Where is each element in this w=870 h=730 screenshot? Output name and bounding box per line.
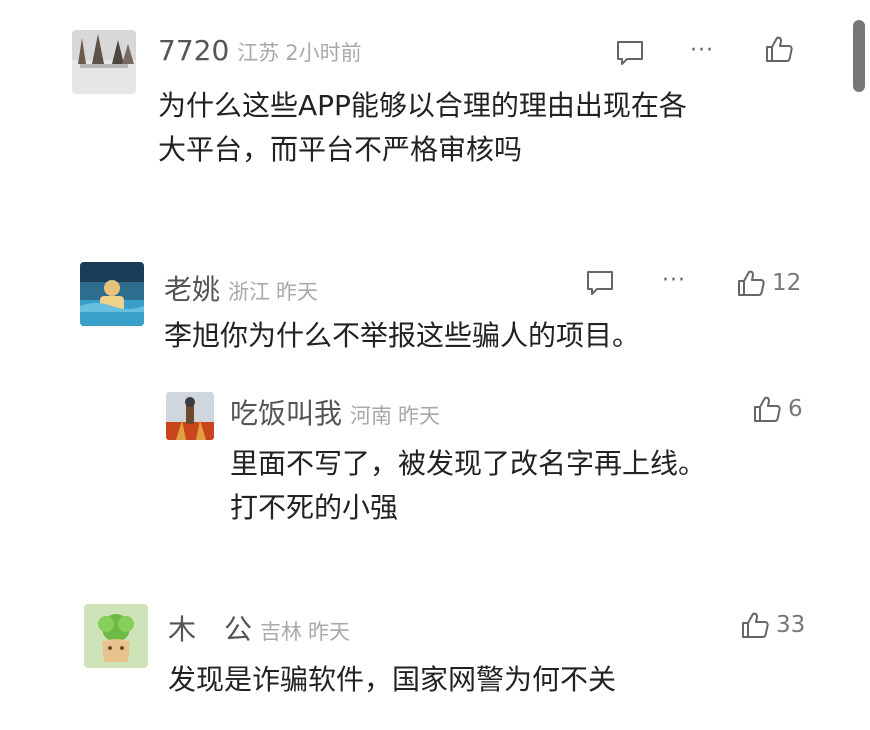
comment-text: 为什么这些APP能够以合理的理由出现在各 大平台，而平台不严格审核吗 — [158, 89, 687, 166]
comment-item: 7720 江苏 2小时前 ··· 为什么这些APP能够以合理的理由出现在各 大平台，… — [0, 0, 870, 200]
reply-item: 吃饭叫我 河南 昨天 6 里面不写了，被发现了改名字再上线。 打不死的小强 — [0, 380, 870, 540]
comment-text: 李旭你为什么不举报这些骗人的项目。 — [164, 319, 641, 352]
timestamp: 2小时前 — [285, 41, 362, 65]
username[interactable]: 7720 — [158, 34, 229, 67]
avatar-image-figure — [166, 392, 214, 440]
thumbs-up-icon — [742, 612, 769, 638]
username[interactable]: 吃饭叫我 — [230, 397, 342, 430]
like-button[interactable]: 6 — [752, 394, 803, 424]
comment-item: 老姚 浙江 昨天 ··· 12 李旭你为什么不举报这些骗人的项目。 — [0, 240, 870, 360]
comment-meta: 木 公吉林 昨天 — [168, 608, 350, 648]
more-dots-icon: ··· — [690, 38, 714, 63]
avatar-image-plant — [84, 604, 148, 668]
like-button[interactable] — [764, 34, 800, 64]
comment-meta: 7720 江苏 2小时前 — [158, 34, 362, 67]
more-button[interactable]: ··· — [690, 36, 714, 66]
avatar[interactable] — [166, 392, 214, 440]
username[interactable]: 老姚 — [164, 273, 220, 306]
region-label: 浙江 — [228, 280, 271, 304]
like-count: 12 — [772, 270, 802, 296]
reply-button[interactable] — [614, 38, 646, 68]
like-count: 6 — [788, 396, 803, 422]
username[interactable]: 木 公 — [168, 613, 252, 646]
timestamp: 昨天 — [398, 404, 441, 428]
comment-bubble-icon — [587, 271, 613, 295]
like-button[interactable]: 33 — [740, 610, 805, 640]
comment-text: 里面不写了，被发现了改名字再上线。 打不死的小强 — [230, 447, 707, 524]
comment-text: 发现是诈骗软件，国家网警为何不关 — [168, 663, 617, 696]
timestamp: 昨天 — [308, 620, 351, 644]
avatar[interactable] — [84, 604, 148, 668]
comment-meta: 老姚 浙江 昨天 — [164, 268, 318, 308]
like-count: 33 — [776, 612, 806, 638]
more-button[interactable]: ··· — [662, 266, 686, 296]
timestamp: 昨天 — [276, 280, 319, 304]
region-label: 河南 — [350, 404, 393, 428]
like-button[interactable]: 12 — [736, 268, 801, 298]
thumbs-up-icon — [766, 36, 793, 62]
thumbs-up-icon — [738, 270, 765, 296]
region-label: 江苏 — [237, 41, 280, 65]
more-dots-icon: ··· — [662, 268, 686, 293]
avatar-image-snow-trees — [72, 30, 136, 94]
avatar[interactable] — [80, 262, 144, 326]
scrollbar-thumb[interactable] — [853, 20, 865, 92]
region-label: 吉林 — [260, 620, 303, 644]
comment-meta: 吃饭叫我 河南 昨天 — [230, 392, 440, 432]
thumbs-up-icon — [754, 396, 781, 422]
comment-item: 木 公吉林 昨天 33 发现是诈骗软件，国家网警为何不关 — [0, 590, 870, 720]
avatar-image-pool — [80, 262, 144, 326]
comment-bubble-icon — [617, 41, 643, 65]
avatar[interactable] — [72, 30, 136, 94]
reply-button[interactable] — [584, 268, 616, 298]
